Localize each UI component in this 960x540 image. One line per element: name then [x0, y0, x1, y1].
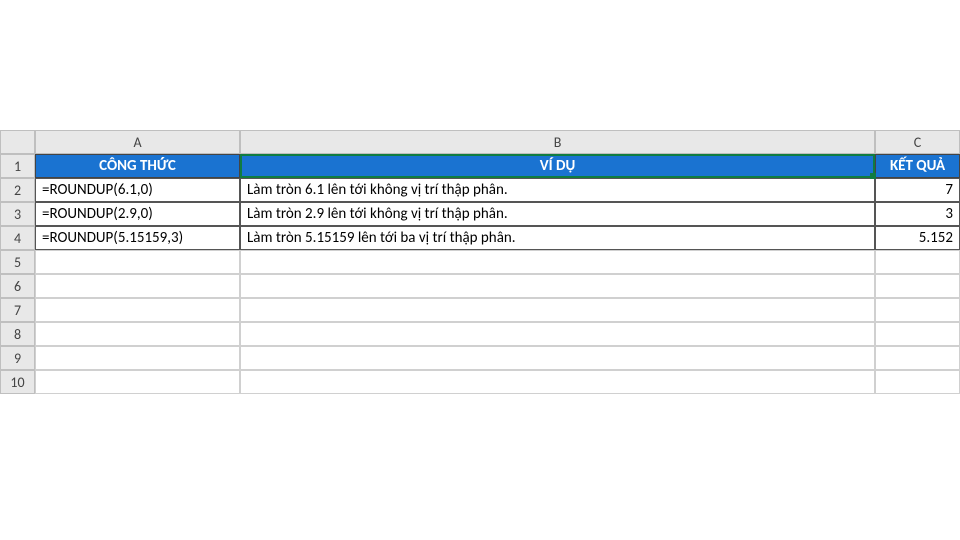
cell-c2[interactable]: 7: [875, 178, 960, 202]
row-header-4[interactable]: 4: [0, 226, 35, 250]
cell-b8[interactable]: [240, 322, 875, 346]
cell-b7[interactable]: [240, 298, 875, 322]
cell-b10[interactable]: [240, 370, 875, 394]
cell-a9[interactable]: [35, 346, 240, 370]
select-all-corner[interactable]: [0, 130, 35, 154]
cell-c3[interactable]: 3: [875, 202, 960, 226]
spreadsheet-grid: A B C 1 CÔNG THỨC VÍ DỤ KẾT QUẢ 2 =ROUND…: [0, 130, 960, 394]
cell-b6[interactable]: [240, 274, 875, 298]
row-header-5[interactable]: 5: [0, 250, 35, 274]
row-header-2[interactable]: 2: [0, 178, 35, 202]
cell-c4[interactable]: 5.152: [875, 226, 960, 250]
cell-c7[interactable]: [875, 298, 960, 322]
row-header-10[interactable]: 10: [0, 370, 35, 394]
row-header-3[interactable]: 3: [0, 202, 35, 226]
cell-a8[interactable]: [35, 322, 240, 346]
cell-b2[interactable]: Làm tròn 6.1 lên tới không vị trí thập p…: [240, 178, 875, 202]
cell-c8[interactable]: [875, 322, 960, 346]
cell-a6[interactable]: [35, 274, 240, 298]
cell-b9[interactable]: [240, 346, 875, 370]
col-header-a[interactable]: A: [35, 130, 240, 154]
row-header-8[interactable]: 8: [0, 322, 35, 346]
cell-b4[interactable]: Làm tròn 5.15159 lên tới ba vị trí thập …: [240, 226, 875, 250]
header-cell-c1[interactable]: KẾT QUẢ: [875, 154, 960, 178]
cell-a10[interactable]: [35, 370, 240, 394]
cell-c5[interactable]: [875, 250, 960, 274]
cell-a7[interactable]: [35, 298, 240, 322]
row-header-7[interactable]: 7: [0, 298, 35, 322]
row-header-9[interactable]: 9: [0, 346, 35, 370]
header-cell-a1[interactable]: CÔNG THỨC: [35, 154, 240, 178]
col-header-b[interactable]: B: [240, 130, 875, 154]
cell-a4[interactable]: =ROUNDUP(5.15159,3): [35, 226, 240, 250]
cell-b5[interactable]: [240, 250, 875, 274]
row-header-6[interactable]: 6: [0, 274, 35, 298]
cell-b3[interactable]: Làm tròn 2.9 lên tới không vị trí thập p…: [240, 202, 875, 226]
cell-c9[interactable]: [875, 346, 960, 370]
cell-a5[interactable]: [35, 250, 240, 274]
cell-c6[interactable]: [875, 274, 960, 298]
cell-c10[interactable]: [875, 370, 960, 394]
header-cell-b1[interactable]: VÍ DỤ: [240, 154, 875, 178]
cell-a2[interactable]: =ROUNDUP(6.1,0): [35, 178, 240, 202]
cell-a3[interactable]: =ROUNDUP(2.9,0): [35, 202, 240, 226]
row-header-1[interactable]: 1: [0, 154, 35, 178]
col-header-c[interactable]: C: [875, 130, 960, 154]
